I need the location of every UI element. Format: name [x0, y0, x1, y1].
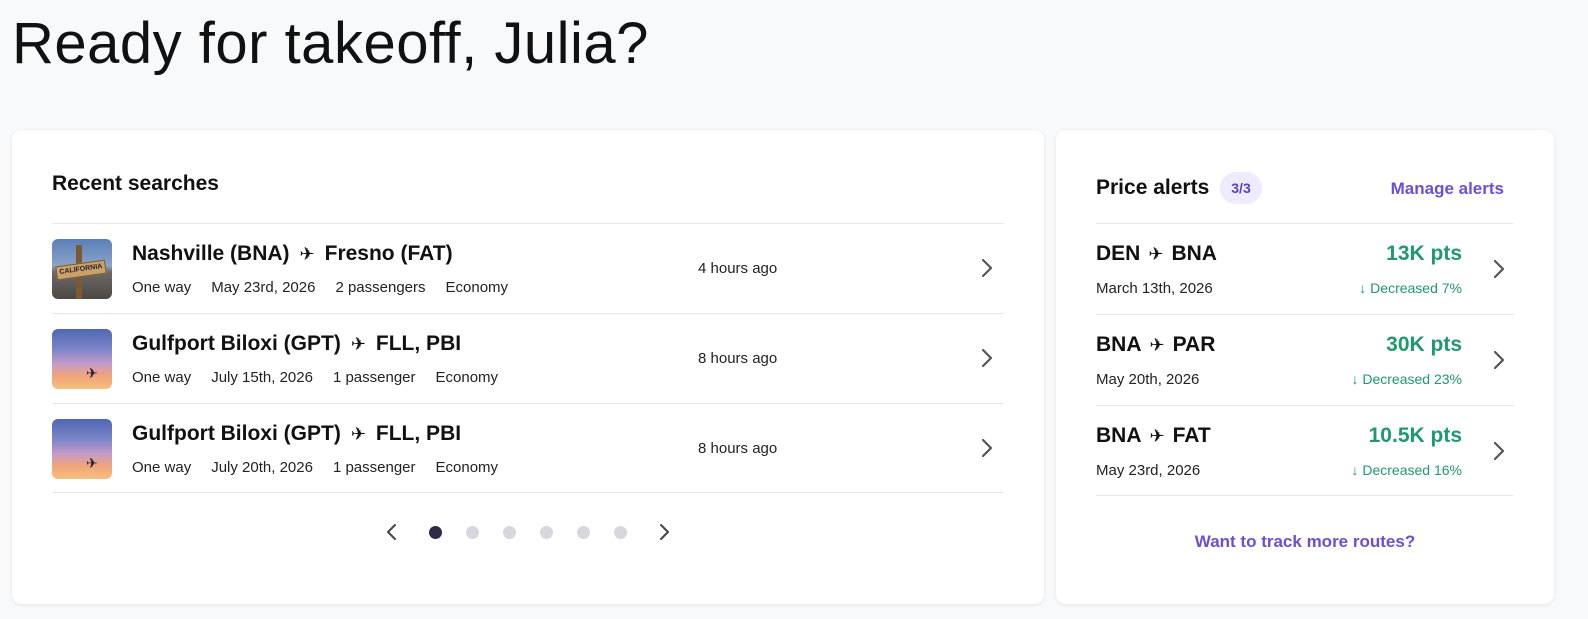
alert-date: March 13th, 2026 — [1096, 280, 1213, 297]
destination-thumbnail: ✈ — [52, 329, 112, 389]
airplane-icon: ✈ — [1149, 426, 1165, 446]
alert-route: BNA ✈ PAR — [1096, 333, 1215, 357]
travel-date: July 20th, 2026 — [211, 459, 313, 476]
destination-label: FLL, PBI — [375, 332, 462, 355]
cabin-class: Economy — [435, 459, 499, 476]
price-alerts-list: DEN ✈ BNA March 13th, 2026 13K pts ↓ Decre… — [1096, 223, 1514, 496]
cabin-class: Economy — [435, 369, 499, 386]
price-change: ↓ Decreased 16% — [1351, 462, 1462, 478]
search-timestamp: 8 hours ago — [698, 350, 778, 367]
recent-searches-card: Recent searches CALIFORNIA Nashville (BN… — [12, 130, 1044, 604]
travel-date: July 15th, 2026 — [211, 369, 313, 386]
origin-label: Gulfport Biloxi (GPT) — [132, 332, 341, 355]
alert-destination: BNA — [1171, 242, 1217, 265]
search-timestamp: 8 hours ago — [698, 440, 778, 457]
alerts-count-badge: 3/3 — [1220, 172, 1262, 204]
manage-alerts-link[interactable]: Manage alerts — [1391, 179, 1504, 199]
trip-type: One way — [132, 369, 192, 386]
search-route: Nashville (BNA) ✈ Fresno (FAT) — [132, 242, 453, 266]
airplane-icon: ✈ — [1148, 244, 1164, 264]
alert-price: 30K pts — [1386, 333, 1462, 356]
pager-dot-1[interactable] — [429, 525, 442, 539]
chevron-right-icon[interactable] — [1492, 349, 1506, 371]
price-change: ↓ Decreased 7% — [1359, 280, 1462, 296]
page-greeting: Ready for takeoff, Julia? — [12, 11, 649, 76]
origin-label: Nashville (BNA) — [132, 242, 290, 265]
search-route: Gulfport Biloxi (GPT) ✈ FLL, PBI — [132, 332, 461, 356]
price-alert-row[interactable]: BNA ✈ PAR May 20th, 2026 30K pts ↓ Decreas… — [1096, 314, 1514, 405]
alert-price: 13K pts — [1386, 242, 1462, 265]
pager-dot-4[interactable] — [540, 525, 553, 539]
search-details: One way July 20th, 2026 1 passenger Economy — [132, 459, 518, 476]
passenger-count: 1 passenger — [332, 459, 416, 476]
alert-origin: BNA — [1096, 333, 1142, 356]
origin-label: Gulfport Biloxi (GPT) — [132, 422, 341, 445]
alert-origin: DEN — [1096, 242, 1141, 265]
airplane-icon: ✈ — [350, 424, 366, 444]
price-alert-row[interactable]: DEN ✈ BNA March 13th, 2026 13K pts ↓ Decre… — [1096, 223, 1514, 314]
alert-price: 10.5K pts — [1368, 424, 1462, 447]
pager-dot-2[interactable] — [466, 525, 479, 539]
airplane-icon: ✈ — [350, 334, 366, 354]
price-alerts-header: Price alerts 3/3 Manage alerts — [1096, 172, 1504, 206]
search-timestamp: 4 hours ago — [698, 260, 778, 277]
destination-thumbnail: ✈ — [52, 419, 112, 479]
pager-dot-6[interactable] — [614, 525, 627, 539]
chevron-right-icon[interactable] — [980, 437, 994, 459]
destination-label: Fresno (FAT) — [324, 242, 453, 265]
pager-dot-3[interactable] — [503, 525, 516, 539]
alert-destination: PAR — [1172, 333, 1216, 356]
alert-destination: FAT — [1172, 424, 1211, 447]
alert-date: May 20th, 2026 — [1096, 371, 1200, 388]
chevron-right-icon[interactable] — [1492, 258, 1506, 280]
price-change: ↓ Decreased 23% — [1351, 371, 1462, 387]
destination-thumbnail: CALIFORNIA — [52, 239, 112, 299]
chevron-right-icon[interactable] — [657, 522, 671, 542]
recent-searches-title: Recent searches — [52, 172, 219, 195]
price-alerts-card: Price alerts 3/3 Manage alerts DEN ✈ BNA M… — [1056, 130, 1554, 604]
recent-search-row[interactable]: CALIFORNIA Nashville (BNA) ✈ Fresno (FAT) … — [52, 223, 1004, 313]
recent-search-row[interactable]: ✈ Gulfport Biloxi (GPT) ✈ FLL, PBI One way… — [52, 313, 1004, 403]
recent-search-row[interactable]: ✈ Gulfport Biloxi (GPT) ✈ FLL, PBI One way… — [52, 403, 1004, 493]
carousel-pager — [12, 520, 1044, 544]
alert-route: BNA ✈ FAT — [1096, 424, 1211, 448]
passenger-count: 1 passenger — [332, 369, 416, 386]
airplane-photo-icon: ✈ — [86, 455, 98, 471]
price-alert-row[interactable]: BNA ✈ FAT May 23rd, 2026 10.5K pts ↓ Decre… — [1096, 405, 1514, 496]
search-details: One way May 23rd, 2026 2 passengers Economy — [132, 279, 528, 296]
pager-dot-5[interactable] — [577, 525, 590, 539]
alert-route: DEN ✈ BNA — [1096, 242, 1217, 266]
airplane-icon: ✈ — [299, 244, 315, 264]
track-more-routes-link[interactable]: Want to track more routes? — [1056, 532, 1554, 552]
trip-type: One way — [132, 279, 192, 296]
recent-searches-list: CALIFORNIA Nashville (BNA) ✈ Fresno (FAT) … — [52, 223, 1004, 493]
cabin-class: Economy — [445, 279, 509, 296]
destination-label: FLL, PBI — [375, 422, 462, 445]
passenger-count: 2 passengers — [335, 279, 426, 296]
chevron-right-icon[interactable] — [980, 257, 994, 279]
price-alerts-title: Price alerts — [1096, 176, 1210, 199]
airplane-icon: ✈ — [1149, 335, 1165, 355]
chevron-right-icon[interactable] — [1492, 440, 1506, 462]
chevron-right-icon[interactable] — [980, 347, 994, 369]
search-route: Gulfport Biloxi (GPT) ✈ FLL, PBI — [132, 422, 461, 446]
search-details: One way July 15th, 2026 1 passenger Economy — [132, 369, 518, 386]
alert-origin: BNA — [1096, 424, 1142, 447]
airplane-photo-icon: ✈ — [86, 365, 98, 381]
travel-date: May 23rd, 2026 — [211, 279, 316, 296]
trip-type: One way — [132, 459, 192, 476]
chevron-left-icon[interactable] — [385, 522, 399, 542]
alert-date: May 23rd, 2026 — [1096, 462, 1201, 479]
